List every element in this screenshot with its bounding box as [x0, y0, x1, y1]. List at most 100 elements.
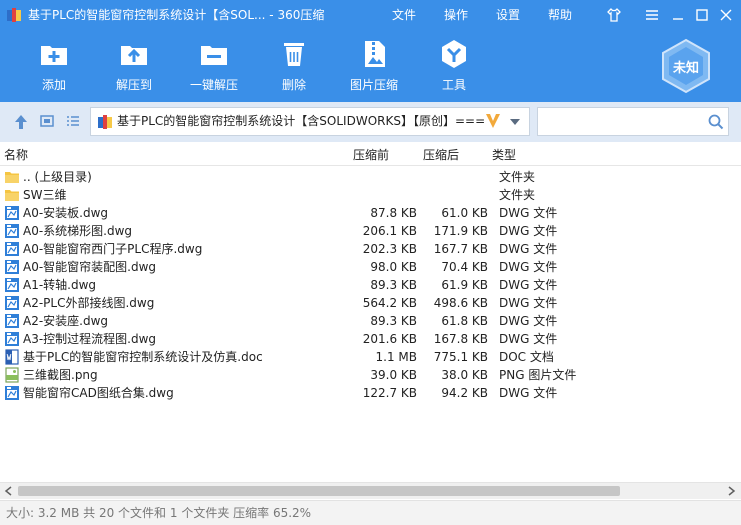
file-row[interactable]: SW三维 文件夹	[0, 186, 741, 204]
add-button[interactable]: 添加	[14, 30, 94, 102]
file-compressed-size: 94.2 KB	[441, 386, 488, 400]
folder-icon	[5, 190, 19, 201]
file-original-size: 564.2 KB	[362, 296, 417, 310]
tools-button[interactable]: 工具	[414, 30, 494, 102]
horizontal-scrollbar[interactable]	[0, 482, 741, 499]
file-name: .. (上级目录)	[23, 170, 92, 184]
toolbar: 添加 解压到 一键解压 删除 图片压缩 工具 未知	[0, 30, 741, 102]
file-name: A0-安装板.dwg	[23, 206, 109, 220]
chevron-down-icon[interactable]	[509, 117, 521, 127]
extract-to-label: 解压到	[115, 78, 152, 92]
skin-shirt-icon[interactable]	[606, 7, 622, 23]
folder-icon	[5, 172, 19, 183]
window-title: 基于PLC的智能窗帘控制系统设计【含SOL... - 360压缩	[28, 8, 325, 22]
archive-icon	[98, 115, 112, 129]
image-compress-icon	[365, 41, 385, 67]
file-type: DWG 文件	[499, 260, 558, 274]
menu-help[interactable]: 帮助	[548, 0, 572, 30]
file-type: 文件夹	[499, 170, 536, 184]
address-bar[interactable]: 基于PLC的智能窗帘控制系统设计【含SOLIDWORKS】【原创】===	[90, 107, 530, 136]
file-row[interactable]: A3-控制过程流程图.dwg 201.6 KB 167.8 KB DWG 文件	[0, 330, 741, 348]
file-row[interactable]: A0-智能窗帘装配图.dwg 98.0 KB 70.4 KB DWG 文件	[0, 258, 741, 276]
file-type: DWG 文件	[499, 314, 558, 328]
status-bar: 大小: 3.2 MB 共 20 个文件和 1 个文件夹 压缩率 65.2%	[0, 500, 741, 525]
dwg-file-icon	[5, 296, 19, 310]
file-row[interactable]: A2-PLC外部接线图.dwg 564.2 KB 498.6 KB DWG 文件	[0, 294, 741, 312]
search-icon[interactable]	[708, 114, 724, 130]
scroll-right-icon[interactable]	[726, 486, 736, 496]
add-icon	[41, 46, 67, 65]
file-name: 基于PLC的智能窗帘控制系统设计及仿真.doc	[23, 350, 263, 364]
extract-to-button[interactable]: 解压到	[94, 30, 174, 102]
image-compress-button[interactable]: 图片压缩	[334, 30, 414, 102]
menu-settings[interactable]: 设置	[496, 0, 520, 30]
file-row[interactable]: 智能窗帘CAD图纸合集.dwg 122.7 KB 94.2 KB DWG 文件	[0, 384, 741, 402]
title-bar: 基于PLC的智能窗帘控制系统设计【含SOL... - 360压缩 文件 操作 设…	[0, 0, 741, 30]
dwg-file-icon	[5, 206, 19, 220]
file-list: .. (上级目录) 文件夹 SW三维 文件夹 A0-安装板.dwg 87.8 KB 61.0…	[0, 168, 741, 482]
image-compress-label: 图片压缩	[349, 78, 398, 92]
column-name[interactable]: 名称	[4, 146, 28, 164]
up-arrow-icon[interactable]	[14, 114, 28, 130]
scroll-left-icon[interactable]	[4, 486, 14, 496]
file-row[interactable]: A1-转轴.dwg 89.3 KB 61.9 KB DWG 文件	[0, 276, 741, 294]
file-compressed-size: 61.9 KB	[441, 278, 488, 292]
file-name: 智能窗帘CAD图纸合集.dwg	[23, 386, 174, 400]
doc-file-icon	[5, 349, 19, 365]
file-name: 三维截图.png	[23, 368, 98, 382]
dwg-file-icon	[5, 332, 19, 346]
column-compressed-size[interactable]: 压缩后	[423, 146, 459, 164]
file-compressed-size: 171.9 KB	[433, 224, 488, 238]
file-row[interactable]: A0-系统梯形图.dwg 206.1 KB 171.9 KB DWG 文件	[0, 222, 741, 240]
dwg-file-icon	[5, 278, 19, 292]
maximize-icon[interactable]	[694, 7, 710, 23]
file-compressed-size: 775.1 KB	[433, 350, 488, 364]
file-row[interactable]: .. (上级目录) 文件夹	[0, 168, 741, 186]
file-list-header: 名称 压缩前 压缩后 类型	[0, 146, 741, 166]
file-name: A0-系统梯形图.dwg	[23, 224, 133, 238]
dwg-file-icon	[5, 314, 19, 328]
file-type: PNG 图片文件	[499, 368, 577, 382]
column-original-size[interactable]: 压缩前	[353, 146, 389, 164]
extract-to-icon	[121, 46, 147, 65]
file-type: DWG 文件	[499, 224, 558, 238]
delete-button[interactable]: 删除	[254, 30, 334, 102]
file-row[interactable]: A0-智能窗帘西门子PLC程序.dwg 202.3 KB 167.7 KB DWG 文…	[0, 240, 741, 258]
minimize-icon[interactable]	[670, 7, 686, 23]
file-type: DWG 文件	[499, 296, 558, 310]
list-view-icon[interactable]	[66, 114, 80, 128]
file-compressed-size: 70.4 KB	[441, 260, 488, 274]
file-original-size: 89.3 KB	[370, 278, 417, 292]
file-original-size: 89.3 KB	[370, 314, 417, 328]
file-compressed-size: 498.6 KB	[433, 296, 488, 310]
one-click-extract-button[interactable]: 一键解压	[174, 30, 254, 102]
v-check-icon	[486, 114, 500, 128]
file-row[interactable]: A2-安装座.dwg 89.3 KB 61.8 KB DWG 文件	[0, 312, 741, 330]
one-click-extract-icon	[201, 46, 227, 65]
file-name: A1-转轴.dwg	[23, 278, 97, 292]
close-icon[interactable]	[718, 7, 734, 23]
column-type[interactable]: 类型	[492, 146, 516, 164]
file-compressed-size: 167.8 KB	[433, 332, 488, 346]
address-row: 基于PLC的智能窗帘控制系统设计【含SOLIDWORKS】【原创】===	[0, 102, 741, 142]
file-name: A2-安装座.dwg	[23, 314, 109, 328]
file-name: A0-智能窗帘装配图.dwg	[23, 260, 157, 274]
delete-label: 删除	[281, 78, 306, 92]
status-text: 大小: 3.2 MB 共 20 个文件和 1 个文件夹 压缩率 65.2%	[6, 506, 312, 520]
file-row[interactable]: 三维截图.png 39.0 KB 38.0 KB PNG 图片文件	[0, 366, 741, 384]
menu-operation[interactable]: 操作	[444, 0, 468, 30]
tools-label: 工具	[441, 78, 466, 92]
file-original-size: 1.1 MB	[375, 350, 417, 364]
file-row[interactable]: A0-安装板.dwg 87.8 KB 61.0 KB DWG 文件	[0, 204, 741, 222]
file-row[interactable]: 基于PLC的智能窗帘控制系统设计及仿真.doc 1.1 MB 775.1 KB DOC…	[0, 348, 741, 366]
file-original-size: 98.0 KB	[370, 260, 417, 274]
file-name: SW三维	[23, 188, 67, 202]
menu-hamburger-icon[interactable]	[644, 7, 660, 23]
thumbnail-view-icon[interactable]	[40, 114, 54, 128]
search-input[interactable]	[542, 112, 692, 132]
delete-icon	[284, 43, 304, 66]
file-original-size: 87.8 KB	[370, 206, 417, 220]
menu-file[interactable]: 文件	[392, 0, 416, 30]
scrollbar-thumb[interactable]	[18, 486, 620, 496]
unknown-badge-text: 未知	[672, 61, 699, 76]
